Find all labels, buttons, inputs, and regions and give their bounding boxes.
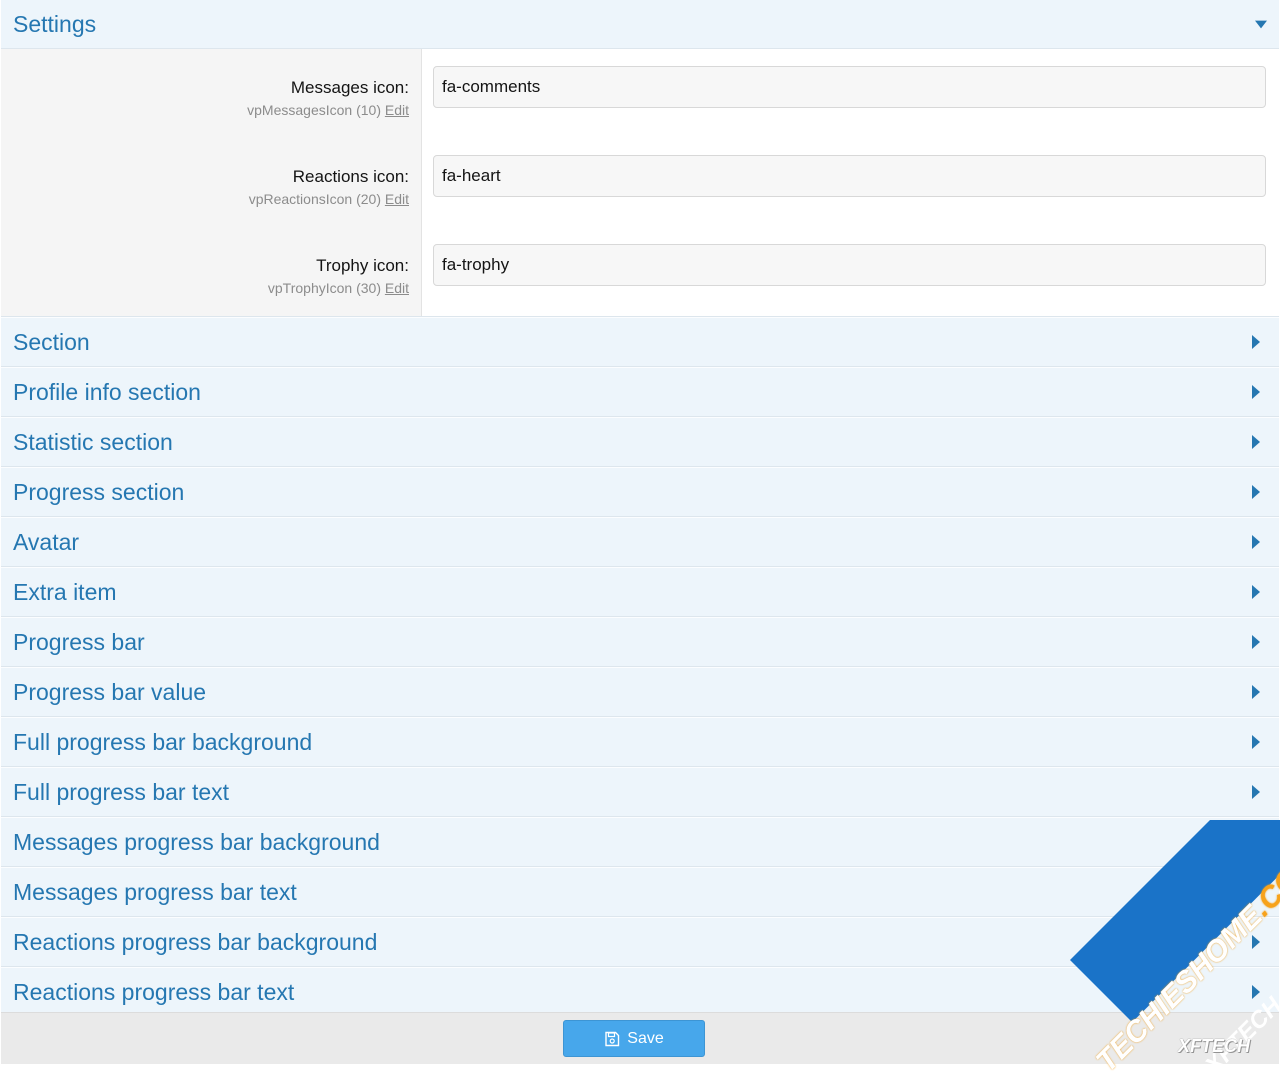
chevron-right-icon [1250, 935, 1262, 949]
trophy-icon-option-id: vpTrophyIcon (30) [267, 280, 381, 296]
messages-icon-hint: vpMessagesIcon (10) Edit [247, 102, 409, 118]
chevron-right-icon [1250, 635, 1262, 649]
section-title: Progress bar value [13, 678, 207, 705]
section-header-full-progress-bar-background[interactable]: Full progress bar background [1, 717, 1279, 767]
chevron-right-icon [1250, 835, 1262, 849]
section-header-progress-bar-value[interactable]: Progress bar value [1, 667, 1279, 717]
section-title: Messages progress bar background [13, 828, 380, 855]
field-row-messages-icon: Messages icon: vpMessagesIcon (10) Edit [1, 49, 421, 138]
field-row-trophy-icon: Trophy icon: vpTrophyIcon (30) Edit [1, 227, 421, 316]
section-title: Progress section [13, 478, 185, 505]
section-title: Full progress bar text [13, 778, 230, 805]
messages-icon-label: Messages icon: [290, 78, 409, 97]
messages-icon-input[interactable] [433, 66, 1266, 108]
label-column: Messages icon: vpMessagesIcon (10) Edit … [1, 49, 422, 316]
messages-icon-input-row [422, 49, 1279, 138]
watermark-text-xftech-corner: XFTECH [1178, 1036, 1250, 1056]
section-title: Avatar [13, 528, 80, 555]
messages-icon-option-id: vpMessagesIcon (10) [247, 102, 381, 118]
chevron-right-icon [1250, 685, 1262, 699]
settings-title: Settings [13, 10, 97, 37]
chevron-right-icon [1250, 985, 1262, 999]
trophy-icon-label: Trophy icon: [316, 256, 409, 275]
chevron-right-icon [1250, 885, 1262, 899]
reactions-icon-option-id: vpReactionsIcon (20) [248, 191, 381, 207]
reactions-icon-hint: vpReactionsIcon (20) Edit [249, 191, 409, 207]
trophy-icon-hint: vpTrophyIcon (30) Edit [268, 280, 409, 296]
section-title: Progress bar [13, 628, 145, 655]
settings-header[interactable]: Settings [1, 0, 1279, 49]
section-header-progress-bar[interactable]: Progress bar [1, 617, 1279, 667]
messages-icon-edit-link[interactable]: Edit [385, 102, 409, 118]
form-footer: Save [1, 1012, 1279, 1064]
input-column [422, 49, 1279, 316]
section-header-progress[interactable]: Progress section [1, 467, 1279, 517]
trophy-icon-input[interactable] [433, 244, 1266, 286]
section-header-messages-progress-bar-background[interactable]: Messages progress bar background [1, 817, 1279, 867]
chevron-right-icon [1250, 485, 1262, 499]
reactions-icon-label: Reactions icon: [292, 167, 409, 186]
section-title: Reactions progress bar background [13, 928, 378, 955]
chevron-right-icon [1250, 385, 1262, 399]
save-button[interactable]: Save [563, 1020, 705, 1057]
save-label: Save [627, 1029, 664, 1047]
chevron-right-icon [1250, 435, 1262, 449]
section-header-avatar[interactable]: Avatar [1, 517, 1279, 567]
section-header-reactions-progress-bar-text[interactable]: Reactions progress bar text [1, 967, 1279, 1017]
chevron-right-icon [1250, 735, 1262, 749]
section-header-full-progress-bar-text[interactable]: Full progress bar text [1, 767, 1279, 817]
section-title: Section [13, 328, 90, 355]
chevron-down-icon[interactable] [1255, 17, 1267, 31]
chevron-right-icon [1250, 785, 1262, 799]
reactions-icon-input-row [422, 138, 1279, 227]
section-header-section[interactable]: Section [1, 317, 1279, 367]
save-icon [605, 1031, 620, 1046]
section-title: Reactions progress bar text [13, 978, 295, 1005]
section-title: Extra item [13, 578, 117, 605]
reactions-icon-edit-link[interactable]: Edit [385, 191, 409, 207]
reactions-icon-input[interactable] [433, 155, 1266, 197]
settings-panel: Settings Messages icon: vpMessagesIcon (… [1, 0, 1279, 1017]
section-header-profile-info[interactable]: Profile info section [1, 367, 1279, 417]
settings-body: Messages icon: vpMessagesIcon (10) Edit … [1, 49, 1279, 317]
section-header-reactions-progress-bar-background[interactable]: Reactions progress bar background [1, 917, 1279, 967]
section-header-messages-progress-bar-text[interactable]: Messages progress bar text [1, 867, 1279, 917]
section-header-statistic[interactable]: Statistic section [1, 417, 1279, 467]
section-title: Statistic section [13, 428, 173, 455]
trophy-icon-edit-link[interactable]: Edit [385, 280, 409, 296]
section-list: Section Profile info section Statistic s… [1, 317, 1279, 1017]
trophy-icon-input-row [422, 227, 1279, 316]
section-title: Messages progress bar text [13, 878, 297, 905]
section-title: Profile info section [13, 378, 201, 405]
section-header-extra-item[interactable]: Extra item [1, 567, 1279, 617]
field-row-reactions-icon: Reactions icon: vpReactionsIcon (20) Edi… [1, 138, 421, 227]
chevron-right-icon [1250, 535, 1262, 549]
section-title: Full progress bar background [13, 728, 313, 755]
chevron-right-icon [1250, 585, 1262, 599]
chevron-right-icon [1250, 335, 1262, 349]
